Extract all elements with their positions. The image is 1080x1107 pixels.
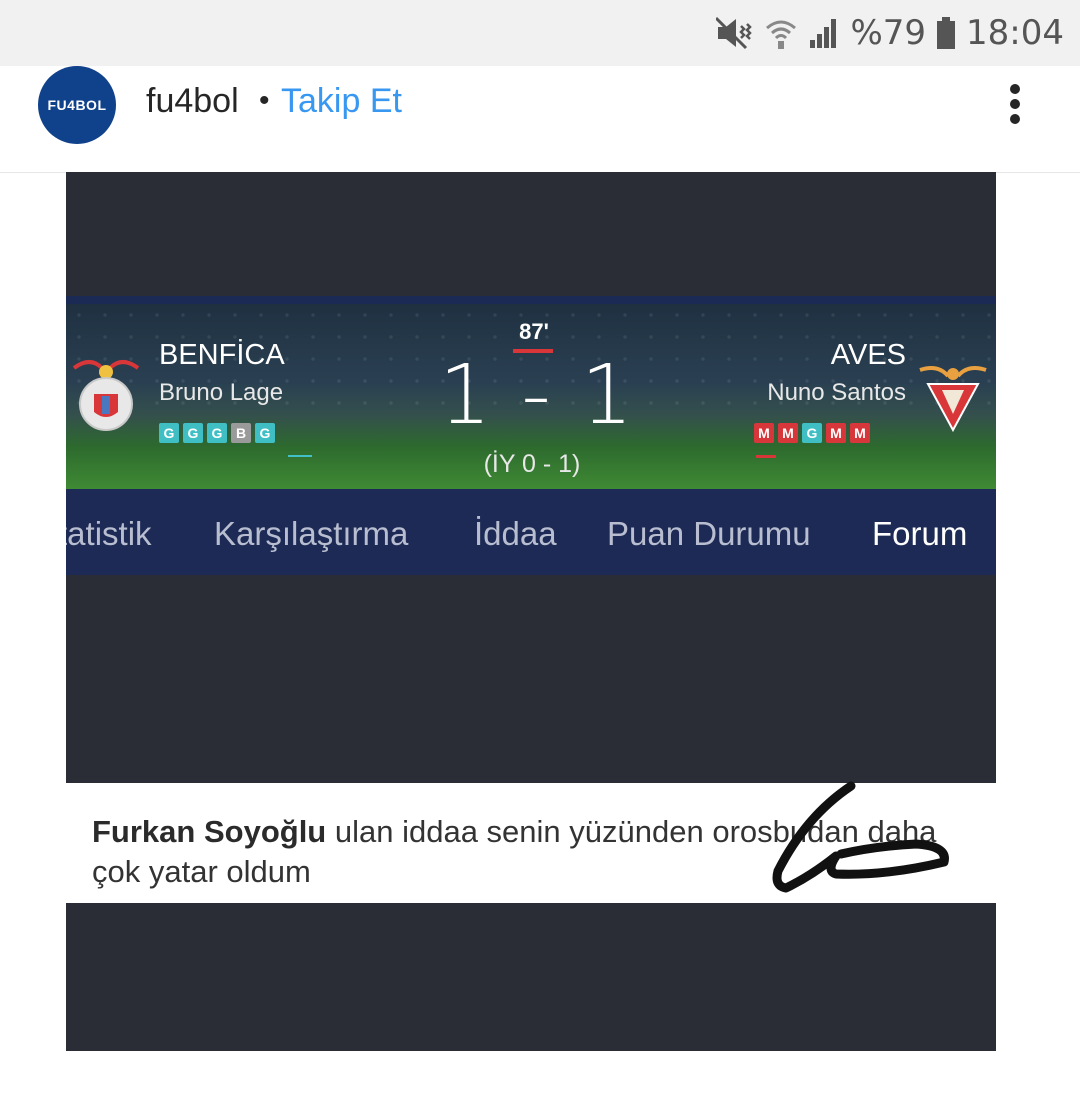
post-header: FU4BOL fu4bol • Takip Et [0, 66, 1080, 173]
tab-karsilastirma[interactable]: Karşılaştırma [214, 515, 408, 553]
more-vertical-icon[interactable] [1000, 82, 1032, 126]
away-form-item: M [850, 423, 870, 443]
home-form: G G G B G [159, 423, 275, 443]
match-score: 1 - 1 [438, 348, 636, 443]
tab-statistik[interactable]: tatistik [66, 515, 152, 553]
away-form-item: M [826, 423, 846, 443]
home-form-item: G [255, 423, 275, 443]
away-form-item: M [778, 423, 798, 443]
mute-vibrate-icon [716, 16, 754, 50]
away-coach: Nuno Santos [767, 379, 906, 406]
battery-icon [936, 16, 956, 50]
comment-author: Furkan Soyoğlu [92, 814, 327, 849]
separator-dot: • [259, 84, 270, 117]
tab-puan-durumu[interactable]: Puan Durumu [607, 515, 811, 553]
post-image: BENFİCA Bruno Lage G G G B G 87' 1 - 1 (… [66, 172, 996, 1051]
away-form: M M G M M [754, 423, 870, 443]
aves-crest-icon [919, 366, 987, 432]
forum-area [66, 575, 996, 775]
match-minute: 87' [519, 319, 549, 344]
away-form-item: M [754, 423, 774, 443]
away-form-item: G [802, 423, 822, 443]
home-coach: Bruno Lage [159, 379, 284, 406]
home-team-name: BENFİCA [159, 339, 285, 371]
clock: 18:04 [966, 13, 1064, 53]
tab-forum[interactable]: Forum [872, 515, 967, 553]
avatar-label: FU4BOL [47, 97, 107, 113]
status-bar: %79 18:04 [0, 0, 1080, 67]
home-form-item: G [159, 423, 179, 443]
home-form-item: G [183, 423, 203, 443]
follow-button[interactable]: Takip Et [281, 82, 402, 121]
wifi-icon [764, 16, 798, 50]
username[interactable]: fu4bol [146, 82, 239, 121]
avatar[interactable]: FU4BOL [38, 66, 116, 144]
scribble-mark [772, 781, 949, 893]
tab-iddaa[interactable]: İddaa [474, 515, 557, 553]
match-tabs: tatistik Karşılaştırma İddaa Puan Durumu… [66, 489, 996, 575]
home-form-item: B [231, 423, 251, 443]
battery-percent: %79 [850, 13, 927, 53]
home-form-item: G [207, 423, 227, 443]
benfica-crest-icon [72, 360, 140, 431]
halftime-score: (İY 0 - 1) [483, 450, 581, 478]
signal-icon [808, 16, 840, 50]
away-team-name: AVES [830, 339, 906, 371]
